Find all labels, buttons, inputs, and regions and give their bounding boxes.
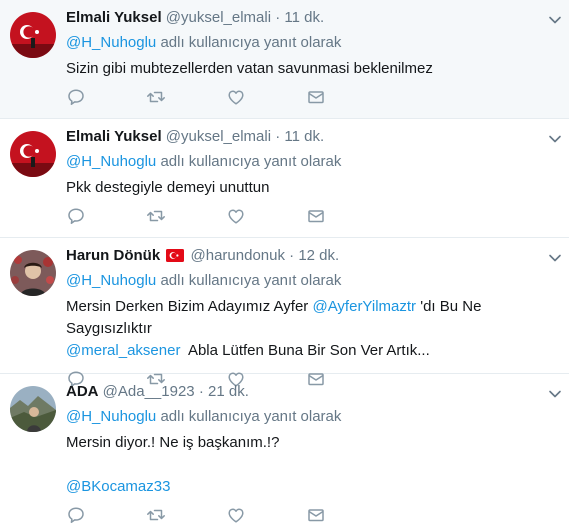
avatar[interactable] (10, 12, 56, 58)
like-icon (226, 87, 246, 107)
reply-button[interactable] (66, 505, 146, 525)
username[interactable]: @yuksel_elmali (166, 128, 271, 145)
text-segment: Mersin Derken Bizim Adayımız Ayfer (66, 298, 313, 315)
tweet-text: Mersin diyor.! Ne iş başkanım.!? @BKocam… (66, 432, 559, 498)
display-name[interactable]: ADA (66, 383, 99, 400)
retweet-button[interactable] (146, 505, 226, 525)
mention-link[interactable]: @meral_aksener (66, 342, 180, 359)
text-segment: Abla Lütfen Buna Bir Son Ver Artık... (180, 342, 430, 359)
tweet-text-spacer (66, 454, 559, 476)
tweet-text-line: Pkk destegiyle demeyi unuttun (66, 179, 270, 196)
reply-context: @H_Nuhoglu adlı kullanıcıya yanıt olarak (66, 270, 559, 292)
reply-button[interactable] (66, 206, 146, 226)
turkey-flag-icon (166, 249, 185, 262)
tweet[interactable]: Elmali Yuksel @yuksel_elmali · 11 dk. @H… (0, 119, 569, 238)
tweet-text-line: @meral_aksener Abla Lütfen Buna Bir Son … (66, 340, 559, 362)
tweet-actions (66, 86, 559, 108)
chevron-down-icon[interactable] (547, 131, 563, 147)
chevron-down-icon[interactable] (547, 386, 563, 402)
direct-message-icon (306, 505, 326, 525)
tweet[interactable]: ADA @Ada__1923 · 21 dk. @H_Nuhoglu adlı … (0, 374, 569, 531)
tweet-header: Elmali Yuksel @yuksel_elmali · 11 dk. (66, 127, 559, 147)
reply-icon (66, 505, 86, 525)
username[interactable]: @yuksel_elmali (166, 9, 271, 26)
display-name[interactable]: Elmali Yuksel (66, 128, 162, 145)
timestamp[interactable]: 21 dk. (208, 383, 249, 400)
tweet-text: Sizin gibi mubtezellerden vatan savunmas… (66, 58, 559, 80)
reply-icon (66, 206, 86, 226)
like-button[interactable] (226, 505, 306, 525)
tweet-text: Pkk destegiyle demeyi unuttun (66, 177, 559, 199)
separator: · (289, 247, 295, 264)
direct-message-button[interactable] (306, 206, 386, 226)
reply-context: @H_Nuhoglu adlı kullanıcıya yanıt olarak (66, 406, 559, 428)
chevron-down-icon[interactable] (547, 250, 563, 266)
tweet-text: Mersin Derken Bizim Adayımız Ayfer @Ayfe… (66, 296, 559, 362)
tweet-actions (66, 205, 559, 227)
tweet[interactable]: Elmali Yuksel @yuksel_elmali · 11 dk. @H… (0, 0, 569, 119)
direct-message-button[interactable] (306, 505, 386, 525)
tweet-text-line: Mersin Derken Bizim Adayımız Ayfer @Ayfe… (66, 296, 559, 340)
like-button[interactable] (226, 206, 306, 226)
tweet-text-line: Sizin gibi mubtezellerden vatan savunmas… (66, 60, 433, 77)
like-button[interactable] (226, 87, 306, 107)
tweet-text-line: @BKocamaz33 (66, 476, 559, 498)
tweet-header: Harun Dönük @harundonuk · 12 dk. (66, 246, 559, 266)
avatar[interactable] (10, 386, 56, 432)
retweet-icon (146, 87, 166, 107)
timestamp[interactable]: 12 dk. (298, 247, 339, 264)
retweet-button[interactable] (146, 87, 226, 107)
separator: · (275, 9, 281, 26)
reply-mention-link[interactable]: @H_Nuhoglu (66, 34, 156, 51)
tweet[interactable]: Harun Dönük @harundonuk · 12 dk. @H_Nuho… (0, 238, 569, 374)
reply-mention-link[interactable]: @H_Nuhoglu (66, 153, 156, 170)
reply-mention-link[interactable]: @H_Nuhoglu (66, 272, 156, 289)
direct-message-icon (306, 87, 326, 107)
reply-context-text: adlı kullanıcıya yanıt olarak (156, 153, 342, 170)
timestamp[interactable]: 11 dk. (284, 9, 324, 26)
reply-context-text: adlı kullanıcıya yanıt olarak (156, 408, 342, 425)
reply-context: @H_Nuhoglu adlı kullanıcıya yanıt olarak (66, 32, 559, 54)
direct-message-button[interactable] (306, 87, 386, 107)
username[interactable]: @harundonuk (191, 247, 285, 264)
retweet-icon (146, 505, 166, 525)
tweet-actions (66, 504, 559, 526)
avatar[interactable] (10, 131, 56, 177)
mention-link[interactable]: @BKocamaz33 (66, 478, 170, 495)
tweet-header: Elmali Yuksel @yuksel_elmali · 11 dk. (66, 8, 559, 28)
display-name[interactable]: Harun Dönük (66, 247, 160, 264)
reply-context-text: adlı kullanıcıya yanıt olarak (156, 272, 342, 289)
direct-message-icon (306, 206, 326, 226)
mention-link[interactable]: @AyferYilmaztr (312, 298, 416, 315)
separator: · (198, 383, 204, 400)
tweet-feed: Elmali Yuksel @yuksel_elmali · 11 dk. @H… (0, 0, 569, 531)
reply-icon (66, 87, 86, 107)
reply-context: @H_Nuhoglu adlı kullanıcıya yanıt olarak (66, 151, 559, 173)
separator: · (275, 128, 281, 145)
tweet-text-line: Mersin diyor.! Ne iş başkanım.!? (66, 434, 280, 451)
like-icon (226, 505, 246, 525)
reply-button[interactable] (66, 87, 146, 107)
username[interactable]: @Ada__1923 (103, 383, 195, 400)
chevron-down-icon[interactable] (547, 12, 563, 28)
display-name[interactable]: Elmali Yuksel (66, 9, 162, 26)
retweet-button[interactable] (146, 206, 226, 226)
avatar[interactable] (10, 250, 56, 296)
reply-mention-link[interactable]: @H_Nuhoglu (66, 408, 156, 425)
reply-context-text: adlı kullanıcıya yanıt olarak (156, 34, 342, 51)
like-icon (226, 206, 246, 226)
tweet-header: ADA @Ada__1923 · 21 dk. (66, 382, 559, 402)
retweet-icon (146, 206, 166, 226)
timestamp[interactable]: 11 dk. (284, 128, 324, 145)
